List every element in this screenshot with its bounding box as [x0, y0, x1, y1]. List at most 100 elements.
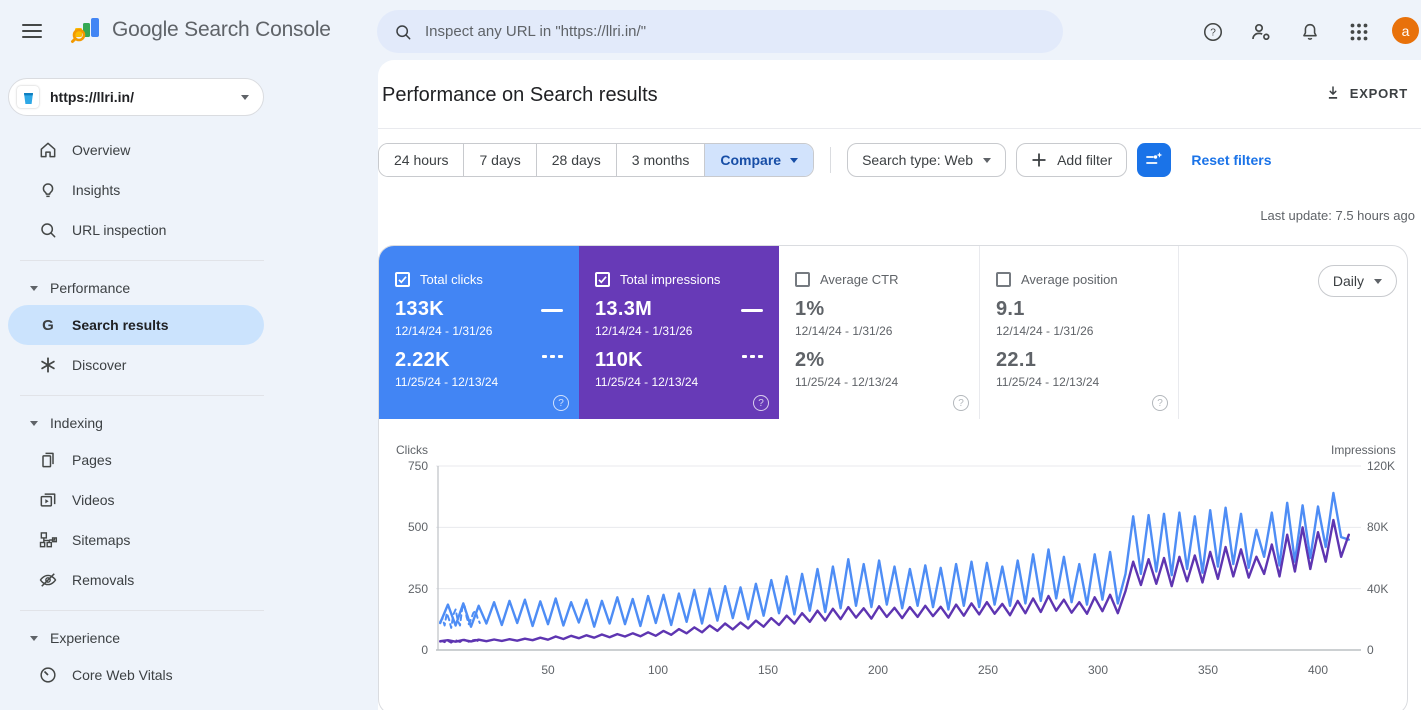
x-axis-tick: 350	[1197, 663, 1219, 677]
metric-range-current: 12/14/24 - 1/31/26	[595, 324, 693, 338]
metric-card-average-position[interactable]: Average position 9.1 12/14/24 - 1/31/26 …	[979, 246, 1179, 419]
x-axis-tick: 300	[1087, 663, 1109, 677]
dashed-line-legend-mark	[542, 355, 563, 358]
x-axis-tick: 200	[867, 663, 889, 677]
range-3-months-button[interactable]: 3 months	[615, 144, 705, 176]
sidebar-item-core-web-vitals[interactable]: Core Web Vitals	[8, 655, 264, 695]
svg-text:?: ?	[1210, 28, 1216, 39]
sidebar-item-removals[interactable]: Removals	[8, 560, 264, 600]
search-icon	[396, 24, 411, 39]
help-icon[interactable]: ?	[553, 395, 569, 411]
sidebar-group-experience[interactable]: Experience	[0, 621, 264, 655]
help-icon[interactable]: ?	[953, 395, 969, 411]
sidebar-group-indexing[interactable]: Indexing	[0, 406, 264, 440]
y-axis-tick: 250	[407, 582, 428, 596]
y-axis-tick: 750	[407, 459, 428, 473]
sidebar-item-videos[interactable]: Videos	[8, 480, 264, 520]
metric-label: Average CTR	[820, 272, 899, 287]
sidebar-divider	[20, 395, 264, 396]
sidebar-item-url-inspection[interactable]: URL inspection	[8, 210, 264, 250]
y-axis-tick: 40K	[1367, 582, 1389, 596]
apps-grid-icon[interactable]	[1346, 19, 1372, 45]
avatar[interactable]: a	[1392, 17, 1419, 44]
metric-value-previous: 2%	[795, 349, 825, 371]
home-icon	[38, 140, 58, 160]
last-update-text: Last update: 7.5 hours ago	[1260, 208, 1415, 223]
chevron-down-icon	[30, 285, 38, 291]
solid-line-legend-mark	[541, 309, 563, 312]
sidebar: https://llri.in/ Overview Insights URL i…	[0, 62, 378, 710]
sidebar-item-label: Core Web Vitals	[72, 667, 173, 683]
sliders-sparkle-icon	[1146, 152, 1163, 164]
metric-label: Average position	[1021, 272, 1118, 287]
chevron-down-icon	[241, 94, 249, 100]
right-axis-title: Impressions	[1331, 443, 1396, 457]
sidebar-item-pages[interactable]: Pages	[8, 440, 264, 480]
chevron-down-icon	[983, 157, 992, 163]
y-axis-tick: 500	[407, 520, 428, 534]
sidebar-item-insights[interactable]: Insights	[8, 170, 264, 210]
sidebar-item-search-results[interactable]: G Search results	[8, 305, 264, 345]
metric-range-current: 12/14/24 - 1/31/26	[395, 324, 493, 338]
top-bar: Google Search Console ? a	[0, 0, 1421, 62]
compare-button[interactable]: Compare	[704, 144, 814, 176]
sidebar-group-label: Experience	[50, 630, 121, 646]
range-28-days-button[interactable]: 28 days	[535, 144, 616, 176]
chevron-down-icon	[1374, 278, 1382, 284]
checkbox-checked-icon[interactable]	[595, 272, 610, 287]
sidebar-item-overview[interactable]: Overview	[8, 130, 264, 170]
sidebar-item-label: Insights	[72, 182, 121, 198]
x-axis-tick: 150	[757, 663, 779, 677]
help-icon[interactable]: ?	[1152, 395, 1168, 411]
help-icon[interactable]: ?	[753, 395, 769, 411]
notifications-bell-icon[interactable]	[1297, 19, 1323, 45]
sidebar-group-performance[interactable]: Performance	[0, 271, 264, 305]
help-icon[interactable]: ?	[1200, 19, 1226, 45]
checkbox-checked-icon[interactable]	[395, 272, 410, 287]
search-type-chip[interactable]: Search type: Web	[847, 143, 1007, 177]
dashed-line-legend-mark	[742, 355, 763, 358]
performance-chart[interactable]	[436, 460, 1361, 656]
filter-divider	[830, 147, 832, 173]
metric-value-current: 13.3M	[595, 298, 653, 320]
granularity-dropdown[interactable]: Daily	[1317, 265, 1397, 297]
checkbox-unchecked-icon[interactable]	[996, 272, 1011, 287]
sidebar-item-label: Search results	[72, 317, 169, 333]
sidebar-item-label: Removals	[72, 572, 135, 588]
user-settings-icon[interactable]	[1248, 19, 1274, 45]
metric-range-previous: 11/25/24 - 12/13/24	[595, 375, 699, 389]
sidebar-item-label: Overview	[72, 142, 131, 158]
menu-icon[interactable]	[22, 20, 46, 42]
sidebar-item-label: Sitemaps	[72, 532, 131, 548]
range-label: 28 days	[551, 152, 601, 168]
metric-value-current: 133K	[395, 298, 445, 320]
video-icon	[38, 490, 58, 510]
filter-settings-button[interactable]	[1137, 143, 1172, 177]
y-axis-tick: 0	[421, 643, 428, 657]
search-input[interactable]	[425, 23, 1025, 40]
sidebar-group-label: Performance	[50, 280, 131, 296]
sidebar-divider	[20, 260, 264, 261]
metric-card-total-clicks[interactable]: Total clicks 133K 12/14/24 - 1/31/26 2.2…	[379, 246, 579, 419]
compare-label: Compare	[720, 152, 782, 168]
header-divider	[378, 128, 1421, 129]
sidebar-item-discover[interactable]: Discover	[8, 345, 264, 385]
sidebar-item-sitemaps[interactable]: Sitemaps	[8, 520, 264, 560]
pages-icon	[38, 450, 58, 470]
range-24-hours-button[interactable]: 24 hours	[379, 144, 464, 176]
reset-filters-link[interactable]: Reset filters	[1191, 152, 1271, 168]
range-7-days-button[interactable]: 7 days	[463, 144, 536, 176]
metric-card-total-impressions[interactable]: Total impressions 13.3M 12/14/24 - 1/31/…	[579, 246, 779, 419]
range-label: 24 hours	[394, 152, 449, 168]
metric-card-average-ctr[interactable]: Average CTR 1% 12/14/24 - 1/31/26 2% 11/…	[779, 246, 979, 419]
x-axis-tick: 250	[977, 663, 999, 677]
metric-label: Total impressions	[620, 272, 721, 287]
url-inspect-searchbar[interactable]	[377, 10, 1063, 53]
add-filter-chip[interactable]: Add filter	[1016, 143, 1128, 177]
sidebar-group-label: Indexing	[50, 415, 103, 431]
property-selector[interactable]: https://llri.in/	[8, 78, 264, 116]
export-button[interactable]: EXPORT	[1324, 84, 1408, 102]
chevron-down-icon	[30, 635, 38, 641]
chevron-down-icon	[790, 157, 799, 163]
checkbox-unchecked-icon[interactable]	[795, 272, 810, 287]
